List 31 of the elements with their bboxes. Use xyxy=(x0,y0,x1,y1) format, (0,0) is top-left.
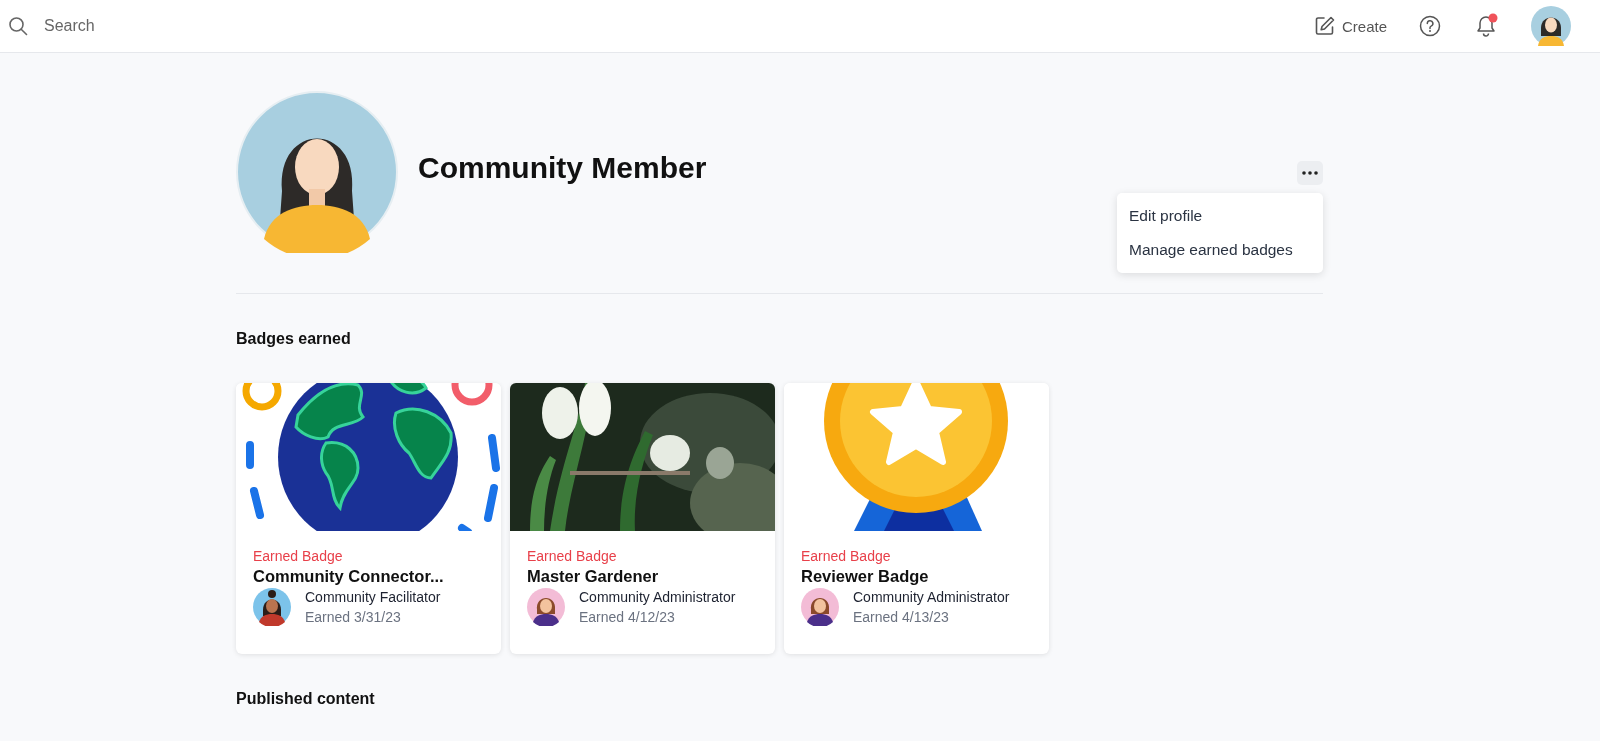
badge-type-label: Earned Badge xyxy=(801,548,892,564)
menu-item[interactable]: Manage earned badges xyxy=(1117,233,1323,267)
section-heading: Badges earned xyxy=(236,330,352,348)
earned-date: Earned 4/12/23 xyxy=(579,609,676,625)
badge-title: Reviewer Badge xyxy=(801,567,930,586)
more-icon xyxy=(1301,170,1319,176)
issuer-name: Community Facilitator xyxy=(305,589,441,605)
earned-date: Earned 3/31/23 xyxy=(305,609,402,625)
profile-name: Community Member xyxy=(418,151,708,186)
earned-date: Earned 4/13/23 xyxy=(853,609,950,625)
badge-card[interactable]: Earned Badge Master Gardener Community Administrator Earned 4/12/23 xyxy=(510,383,775,654)
badge-title: Community Connector... xyxy=(253,567,445,586)
badge-title: Master Gardener xyxy=(527,567,660,586)
more-options-button[interactable] xyxy=(1297,161,1323,185)
badge-card[interactable]: Earned Badge Reviewer Badge Community Administrator Earned 4/13/23 xyxy=(784,383,1049,654)
issuer-name: Community Administrator xyxy=(853,589,1010,605)
badge-type-label: Earned Badge xyxy=(253,548,344,564)
badge-card[interactable]: Earned Badge Community Connector... Community Facilitator Earned 3/31/23 xyxy=(236,383,501,654)
edit-icon xyxy=(1313,15,1336,37)
section-heading: Published content xyxy=(236,690,376,708)
search-icon xyxy=(8,16,28,36)
create-button[interactable]: Create xyxy=(1313,15,1387,37)
issuer-avatar xyxy=(527,588,565,626)
search-field[interactable]: Search xyxy=(42,16,346,36)
issuer-name: Community Administrator xyxy=(579,589,736,605)
help-icon[interactable] xyxy=(1419,15,1441,37)
menu-item[interactable]: Edit profile xyxy=(1117,199,1323,233)
issuer-avatar xyxy=(253,588,291,626)
issuer-avatar xyxy=(801,588,839,626)
user-avatar[interactable] xyxy=(1531,6,1571,46)
badge-type-label: Earned Badge xyxy=(527,548,618,564)
